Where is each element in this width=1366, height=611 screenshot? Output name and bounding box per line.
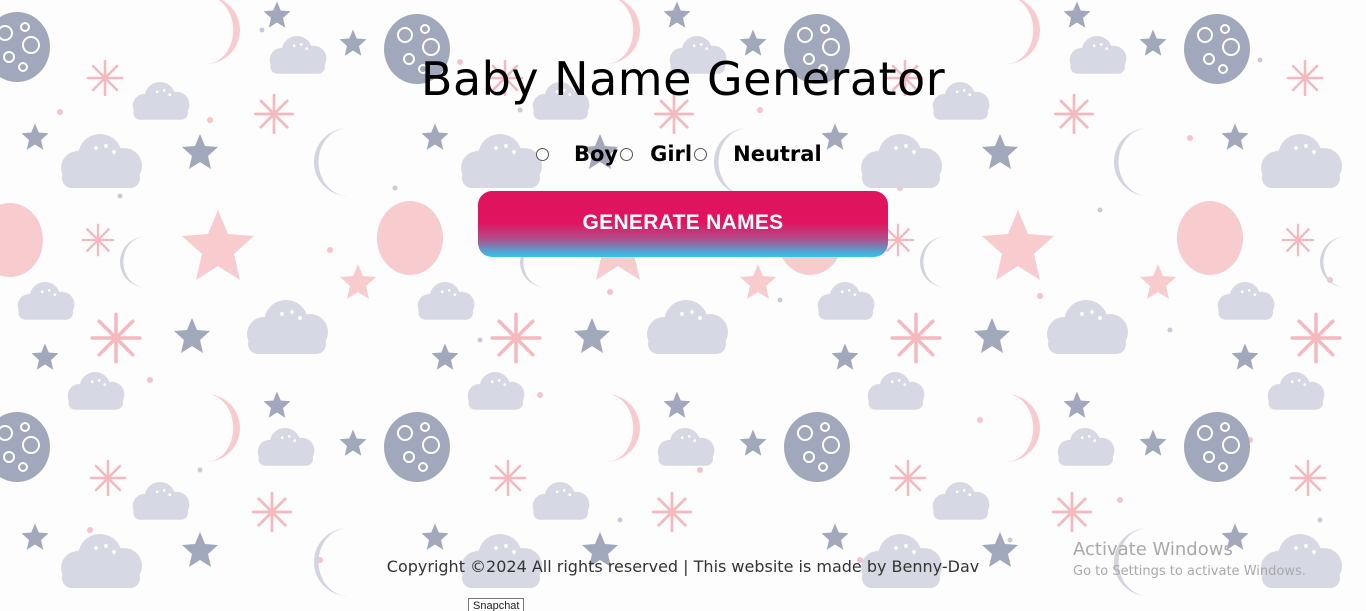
radio-girl[interactable] [620, 147, 634, 161]
gender-label-girl: Girl [650, 142, 693, 166]
watermark-title: Activate Windows [1073, 539, 1233, 560]
generate-names-button[interactable]: GENERATE NAMES [478, 191, 888, 257]
gender-option-boy[interactable]: Boy [536, 142, 618, 166]
gender-option-neutral[interactable]: Neutral [692, 142, 822, 166]
gender-option-girl[interactable]: Girl [618, 142, 692, 166]
gender-label-boy: Boy [574, 142, 619, 166]
gender-radio-group: Boy Girl Neutral [536, 140, 822, 168]
radio-neutral[interactable] [694, 147, 708, 161]
page-content: Baby Name Generator Boy Girl Neutral GEN… [0, 0, 1366, 611]
snapchat-link[interactable]: Snapchat [468, 598, 525, 611]
radio-boy[interactable] [536, 147, 549, 161]
windows-activation-watermark: Activate Windows Go to Settings to activ… [1073, 539, 1306, 579]
page-title: Baby Name Generator [420, 52, 946, 106]
watermark-subtitle: Go to Settings to activate Windows. [1073, 564, 1306, 579]
gender-label-neutral: Neutral [733, 142, 822, 166]
